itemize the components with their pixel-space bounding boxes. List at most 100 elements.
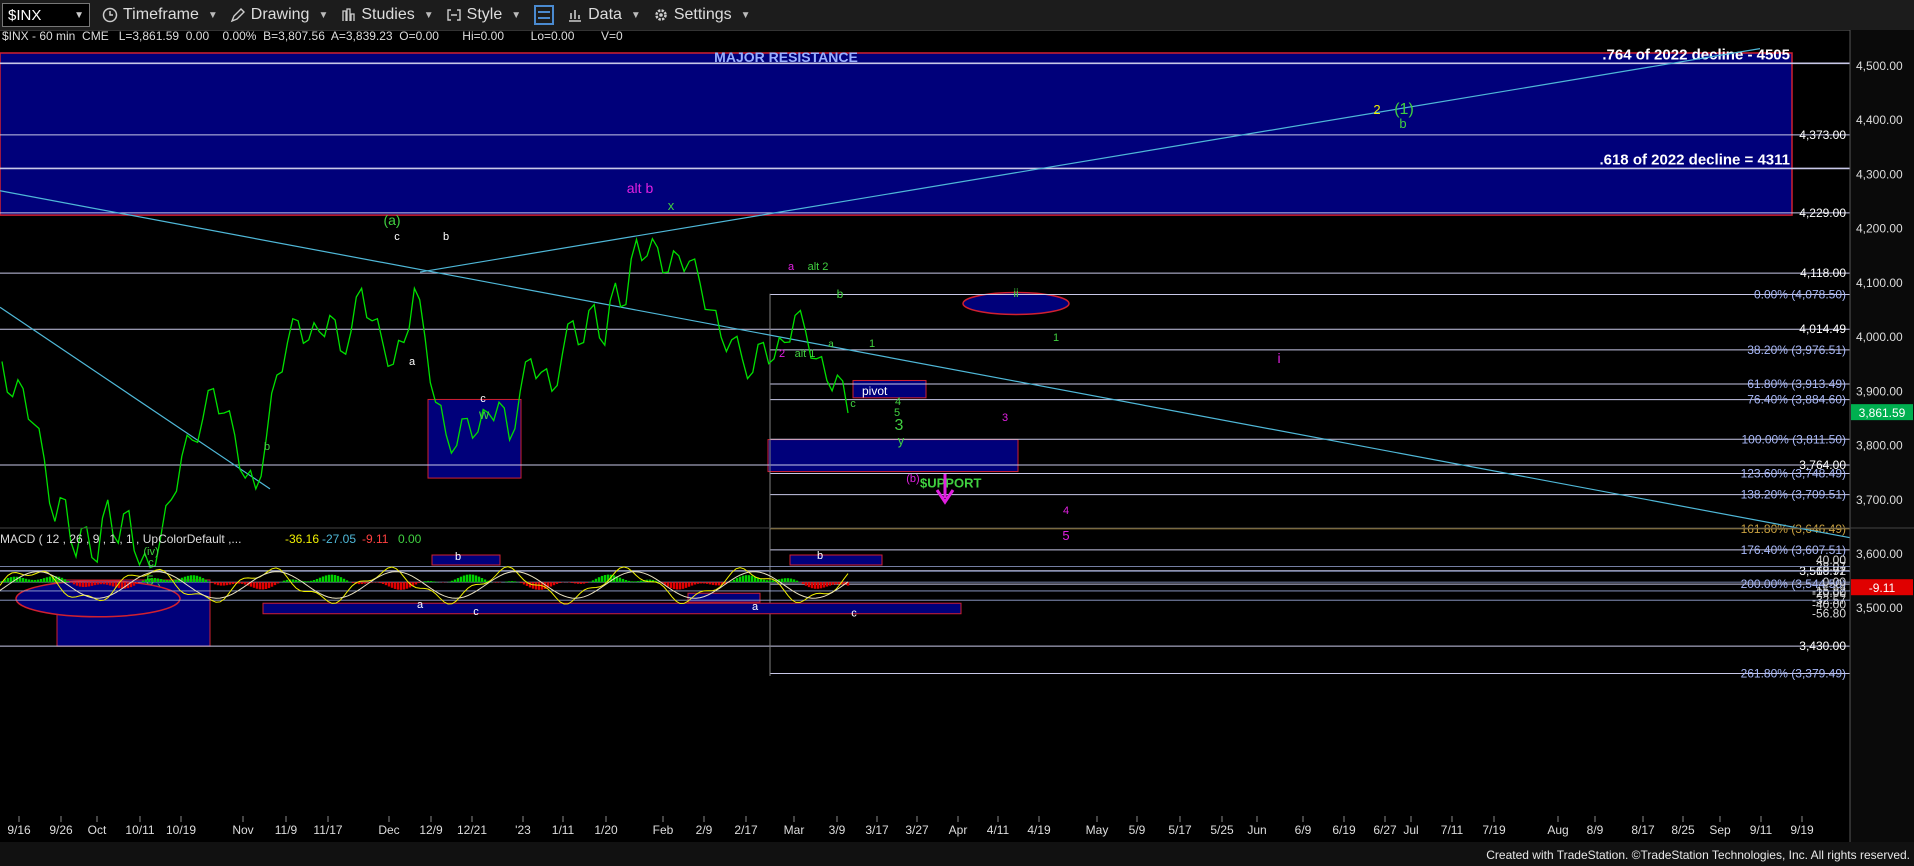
pencil-icon (230, 7, 246, 23)
wave-annotation: b (837, 287, 844, 301)
x-tick-label: 4/19 (1027, 823, 1051, 837)
macd-current-value: -9.11 (1869, 581, 1896, 595)
y-tick-label: 4,300.00 (1856, 167, 1903, 181)
macd-box (431, 554, 501, 566)
wave-annotation: b (264, 441, 270, 453)
drawing-menu[interactable]: Drawing ▼ (230, 6, 329, 24)
wave-annotation: ii (1013, 286, 1018, 300)
x-tick-label: Nov (232, 823, 253, 837)
x-tick-label: Aug (1547, 823, 1568, 837)
studies-icon (340, 7, 356, 23)
level-label: 4,118.00 (1800, 266, 1846, 280)
y-tick-label: 3,700.00 (1856, 493, 1903, 507)
pivot-label: pivot (862, 384, 888, 398)
wave-annotation: alt 2 (808, 261, 829, 273)
level-label: .618 of 2022 decline = 4311 (1599, 151, 1790, 168)
wave-annotation: a (828, 339, 834, 350)
layout-button[interactable] (533, 4, 555, 26)
wave-annotation: b (443, 231, 449, 243)
settings-menu[interactable]: Settings ▼ (653, 6, 751, 24)
macd-value-2: -27.05 (322, 532, 356, 546)
symbol-value: $INX (8, 6, 42, 24)
symbol-input[interactable]: $INX ▼ (2, 3, 90, 27)
x-tick-label: 8/9 (1587, 823, 1604, 837)
chevron-down-icon: ▼ (630, 9, 641, 21)
macd-value-1: -36.16 (285, 532, 319, 546)
x-tick-label: 9/26 (49, 823, 73, 837)
wave-annotation: a (788, 261, 795, 273)
level-label: 4,229.00 (1799, 206, 1846, 220)
x-tick-label: Oct (88, 823, 107, 837)
x-tick-label: 1/11 (552, 823, 575, 837)
x-tick-label: 2/9 (696, 823, 713, 837)
studies-menu[interactable]: Studies ▼ (340, 6, 434, 24)
x-tick-label: 6/19 (1332, 823, 1356, 837)
y-tick-label: 4,200.00 (1856, 222, 1903, 236)
macd-value-3: -9.11 (362, 532, 389, 546)
chevron-down-icon: ▼ (318, 9, 329, 21)
y-tick-label: 3,500.00 (1856, 601, 1903, 615)
macd-annotation: b (455, 551, 461, 563)
wave-annotation: x (668, 198, 675, 213)
wave-annotation: b (1399, 116, 1406, 131)
x-tick-label: 8/25 (1671, 823, 1695, 837)
symbol-header: $INX - 60 min CME L=3,861.59 0.00 0.00% … (2, 30, 623, 43)
toolbar: $INX ▼ Timeframe ▼ Drawing ▼ Studies ▼ Styl… (0, 0, 1914, 31)
x-tick-label: Sep (1709, 823, 1731, 837)
y-tick-label: 3,900.00 (1856, 384, 1903, 398)
macd-y-tick-label: -56.80 (1812, 607, 1846, 621)
price-chart[interactable]: MAJOR RESISTANCEpivot .764 of 2022 decli… (0, 30, 1914, 866)
wave-annotation: 5 (1062, 528, 1069, 543)
timeframe-label: Timeframe (123, 6, 199, 23)
x-tick-label: 8/17 (1631, 823, 1655, 837)
wave-annotation: c (850, 398, 856, 410)
y-tick-label: 4,400.00 (1856, 113, 1903, 127)
x-tick-label: 3/9 (829, 823, 846, 837)
style-menu[interactable]: Style ▼ (446, 6, 521, 24)
x-tick-label: 7/19 (1482, 823, 1506, 837)
wave-annotation: i (1277, 350, 1280, 366)
support-label: $UPPORT (920, 475, 981, 490)
x-tick-label: 5/25 (1210, 823, 1234, 837)
wave-annotation: (a) (383, 212, 400, 228)
x-tick-label: 9/16 (7, 823, 31, 837)
x-tick-label: Feb (653, 823, 674, 837)
wave-annotation: 1 (869, 338, 875, 350)
y-tick-label: 3,600.00 (1856, 547, 1903, 561)
x-tick-label: May (1086, 823, 1109, 837)
x-tick-label: 7/11 (1441, 823, 1464, 837)
timeframe-menu[interactable]: Timeframe ▼ (102, 6, 218, 24)
macd-annotation: a (752, 601, 759, 613)
studies-label: Studies (361, 6, 415, 23)
macd-header: MACD ( 12 , 26 , 9 , 1 , 1 , UpColorDefa… (0, 532, 241, 546)
wave-annotation: 4 (1063, 505, 1069, 517)
x-tick-label: 5/17 (1168, 823, 1192, 837)
level-label: 4,014.49 (1799, 322, 1846, 336)
price-series-line (1, 236, 849, 569)
y-tick-label: 3,800.00 (1856, 439, 1903, 453)
wave-annotation: c (394, 231, 400, 243)
wave-annotation: alt 1 (795, 348, 816, 360)
price-axis-panel (1850, 30, 1914, 842)
x-tick-label: 11/9 (275, 823, 298, 837)
y-tick-label: 4,500.00 (1856, 59, 1903, 73)
x-tick-label: 11/17 (313, 823, 342, 837)
data-menu[interactable]: Data ▼ (567, 6, 641, 24)
style-icon (446, 7, 462, 23)
level-label: 0.00% (4,078.50) (1754, 288, 1846, 302)
last-price-value: 3,861.59 (1859, 406, 1906, 420)
wave-annotation: (b) (906, 473, 919, 485)
level-label: 4,373.00 (1799, 128, 1846, 142)
macd-ellipse (15, 580, 181, 618)
macd-annotation: c (473, 606, 479, 618)
x-tick-label: 1/20 (594, 823, 618, 837)
chevron-down-icon: ▼ (207, 9, 218, 21)
level-label: 100.00% (3,811.50) (1741, 432, 1846, 446)
major-resistance-zone (0, 52, 1793, 216)
wave-annotation: 2 (779, 348, 785, 360)
wave-annotation: w (478, 406, 490, 422)
x-tick-label: 6/27 (1373, 823, 1397, 837)
chevron-down-icon: ▼ (740, 9, 751, 21)
wave-annotation: 2 (1373, 102, 1380, 117)
x-tick-label: 10/11 (125, 823, 154, 837)
